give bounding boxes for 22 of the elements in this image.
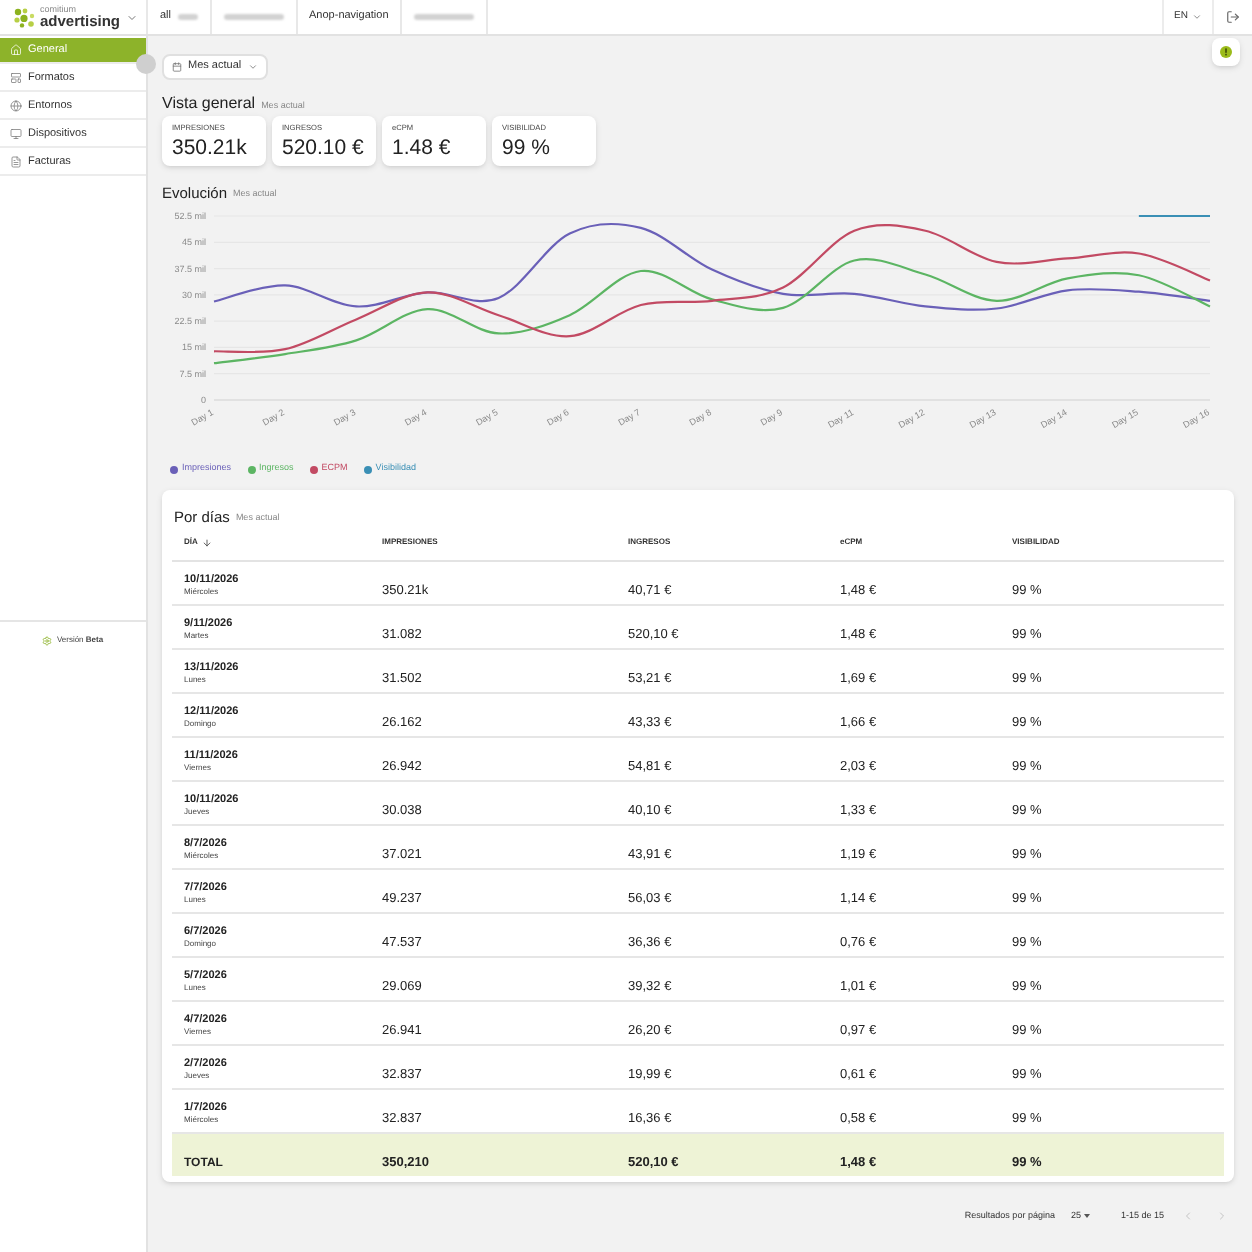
- calendar-icon: [172, 62, 182, 72]
- chevron-icon: [247, 62, 258, 72]
- chevron-icon[interactable]: [126, 11, 138, 23]
- sort-arrow-icon[interactable]: [201, 537, 212, 547]
- globe-icon: [10, 100, 22, 112]
- monitor-icon: [10, 128, 22, 140]
- home-icon: [10, 44, 22, 56]
- caret-icon: [1084, 1214, 1091, 1218]
- info-icon: [1220, 46, 1232, 58]
- logout-icon: [1226, 10, 1240, 24]
- info-button[interactable]: [1212, 38, 1240, 66]
- stat-value: 350.21k: [172, 137, 249, 159]
- stat-value: 1.48 €: [392, 137, 453, 159]
- stat-value: 99 %: [502, 137, 552, 159]
- logo-icon: [14, 7, 36, 27]
- stat-value: 520.10 €: [282, 137, 366, 159]
- gear-icon: [42, 635, 53, 645]
- document-icon: [10, 156, 22, 168]
- collapse-handle[interactable]: [136, 54, 156, 74]
- layout-icon: [10, 72, 22, 84]
- chevron-icon: [1192, 12, 1202, 22]
- section-title: Vista general: [162, 96, 256, 112]
